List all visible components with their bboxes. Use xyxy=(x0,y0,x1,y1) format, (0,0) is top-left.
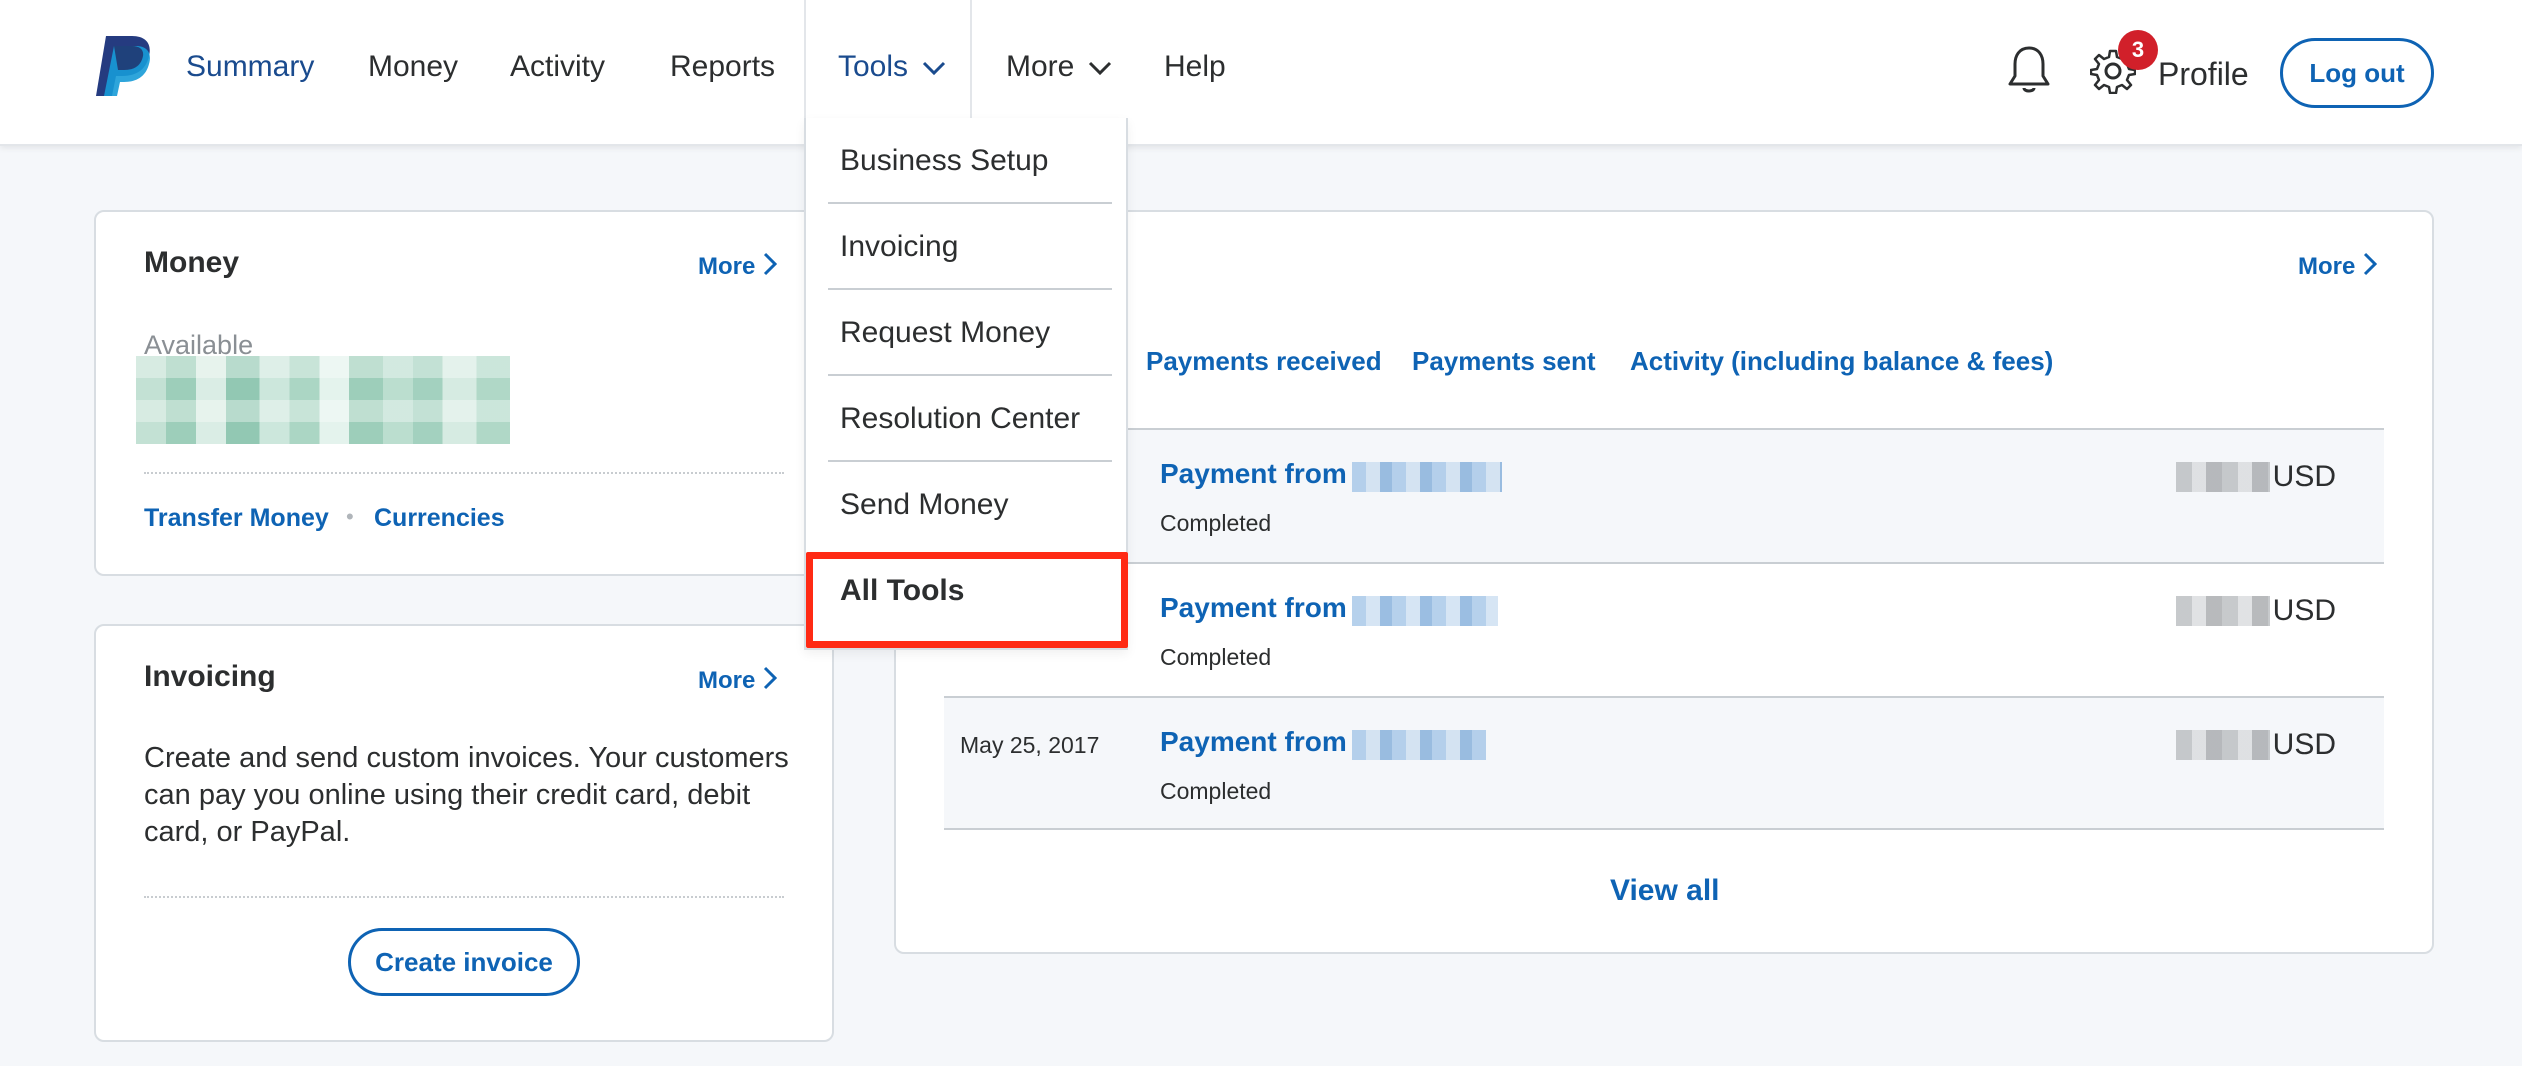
activity-row[interactable]: Payment from Completed USD xyxy=(944,562,2384,696)
row-title[interactable]: Payment from xyxy=(1160,592,1347,624)
money-more-link[interactable]: More xyxy=(698,252,778,281)
nav-tools[interactable]: Tools xyxy=(838,50,946,84)
paypal-logo[interactable] xyxy=(92,34,154,98)
redacted-name xyxy=(1352,596,1498,626)
row-currency: USD xyxy=(2272,460,2336,493)
activity-row[interactable]: May 25, 2017 Payment from Completed USD xyxy=(944,696,2384,830)
chevron-right-icon xyxy=(764,252,778,276)
chevron-down-icon xyxy=(1089,62,1112,76)
activity-more-label: More xyxy=(2298,253,2356,280)
all-tools-highlight-box xyxy=(806,552,1128,648)
currencies-link[interactable]: Currencies xyxy=(374,504,505,533)
row-currency: USD xyxy=(2272,594,2336,627)
chevron-right-icon xyxy=(764,666,778,690)
redacted-amount xyxy=(2176,462,2270,492)
row-status: Completed xyxy=(1160,644,1272,670)
divider xyxy=(144,472,784,474)
menu-item-business-setup[interactable]: Business Setup xyxy=(828,118,1112,204)
row-status: Completed xyxy=(1160,778,1272,804)
redacted-amount xyxy=(2176,730,2270,760)
top-navigation-bar: Summary Money Activity Reports Tools Mor… xyxy=(0,0,2522,146)
nav-activity[interactable]: Activity xyxy=(510,50,605,84)
row-status: Completed xyxy=(1160,510,1272,536)
notification-count-badge: 3 xyxy=(2118,30,2158,70)
chevron-down-icon xyxy=(922,62,946,76)
tab-payments-received[interactable]: Payments received xyxy=(1146,346,1382,377)
row-title[interactable]: Payment from xyxy=(1160,458,1347,490)
nav-more-label: More xyxy=(1006,50,1075,83)
invoicing-description: Create and send custom invoices. Your cu… xyxy=(144,742,789,848)
logout-button[interactable]: Log out xyxy=(2280,38,2434,108)
activity-row[interactable]: Payment from Completed USD xyxy=(944,428,2384,562)
chevron-right-icon xyxy=(2364,252,2378,276)
redacted-balance xyxy=(136,356,510,444)
redacted-name xyxy=(1352,730,1486,760)
menu-item-request-money[interactable]: Request Money xyxy=(828,290,1112,376)
row-date: May 25, 2017 xyxy=(960,732,1100,758)
nav-reports[interactable]: Reports xyxy=(670,50,775,84)
row-currency: USD xyxy=(2272,728,2336,761)
create-invoice-button[interactable]: Create invoice xyxy=(348,928,580,996)
divider xyxy=(144,896,784,898)
view-all-link[interactable]: View all xyxy=(1610,874,1720,908)
link-separator: • xyxy=(346,504,354,529)
invoicing-more-label: More xyxy=(698,667,756,694)
money-more-label: More xyxy=(698,253,756,280)
menu-item-invoicing[interactable]: Invoicing xyxy=(828,204,1112,290)
profile-link[interactable]: Profile xyxy=(2158,56,2249,93)
nav-money[interactable]: Money xyxy=(368,50,458,84)
menu-item-resolution-center[interactable]: Resolution Center xyxy=(828,376,1112,462)
transfer-money-link[interactable]: Transfer Money xyxy=(144,504,329,533)
invoicing-card-title: Invoicing xyxy=(144,660,276,693)
tab-activity-all[interactable]: Activity (including balance & fees) xyxy=(1630,346,2053,377)
menu-item-send-money[interactable]: Send Money xyxy=(828,462,1112,548)
invoicing-more-link[interactable]: More xyxy=(698,666,778,695)
redacted-name xyxy=(1352,462,1502,492)
nav-tools-label: Tools xyxy=(838,50,909,83)
bell-icon[interactable] xyxy=(2006,44,2052,96)
nav-help[interactable]: Help xyxy=(1164,50,1226,84)
money-card-title: Money xyxy=(144,246,240,279)
row-title[interactable]: Payment from xyxy=(1160,726,1347,758)
redacted-amount xyxy=(2176,596,2270,626)
nav-more[interactable]: More xyxy=(1006,50,1112,84)
nav-summary[interactable]: Summary xyxy=(186,50,314,84)
activity-more-link[interactable]: More xyxy=(2298,252,2378,281)
tab-payments-sent[interactable]: Payments sent xyxy=(1412,346,1596,377)
